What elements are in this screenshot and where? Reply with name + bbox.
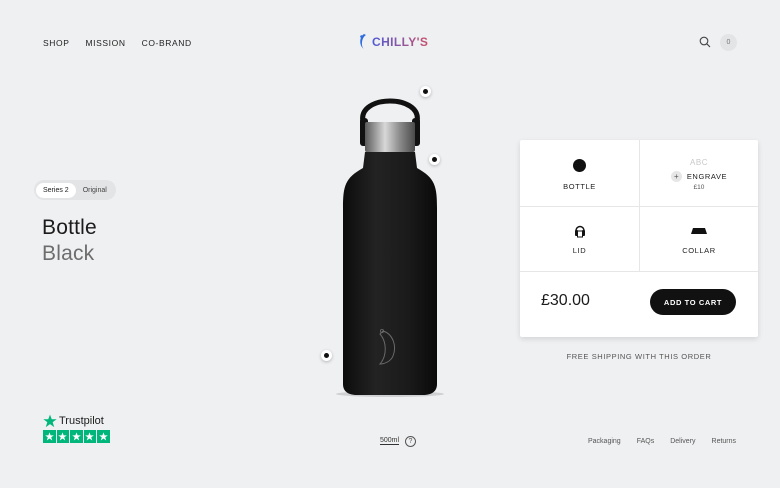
bottle-illustration bbox=[336, 98, 444, 397]
footer-link-delivery[interactable]: Delivery bbox=[670, 438, 695, 445]
main-nav: SHOP MISSION CO-BRAND bbox=[43, 38, 192, 48]
size-selector[interactable]: 500ml bbox=[380, 437, 400, 445]
nav-shop[interactable]: SHOP bbox=[43, 38, 70, 48]
moon-logo-icon bbox=[360, 34, 366, 49]
hotspot-collar[interactable] bbox=[429, 154, 440, 165]
option-engrave-label: ENGRAVE bbox=[686, 172, 728, 181]
option-bottle[interactable]: BOTTLE bbox=[520, 140, 639, 206]
footer-links: Packaging FAQs Delivery Returns bbox=[588, 438, 736, 445]
hotspot-lid[interactable] bbox=[420, 86, 431, 97]
star-icon bbox=[70, 430, 83, 443]
option-collar[interactable]: COLLAR bbox=[640, 207, 758, 271]
customization-card: BOTTLE ABC + ENGRAVE £10 LID COLLAR £30.… bbox=[520, 140, 758, 337]
star-icon bbox=[97, 430, 110, 443]
footer-link-returns[interactable]: Returns bbox=[712, 438, 737, 445]
brand-name: CHILLY'S bbox=[372, 34, 429, 49]
engrave-price: £10 bbox=[693, 184, 705, 191]
star-icon bbox=[43, 430, 56, 443]
trustpilot-widget[interactable]: Trustpilot bbox=[43, 414, 110, 443]
series-toggle: Series 2 Original bbox=[34, 180, 116, 200]
brand-logo[interactable]: CHILLY'S bbox=[358, 34, 428, 49]
trustpilot-star-icon bbox=[43, 414, 57, 428]
star-icon bbox=[56, 430, 69, 443]
lid-icon bbox=[574, 225, 585, 238]
price: £30.00 bbox=[541, 292, 590, 309]
cart-button[interactable]: 0 bbox=[720, 34, 737, 51]
option-lid-label: LID bbox=[572, 246, 587, 255]
product-image bbox=[325, 88, 455, 408]
footer-link-packaging[interactable]: Packaging bbox=[588, 438, 621, 445]
divider bbox=[520, 271, 758, 272]
star-icon bbox=[83, 430, 96, 443]
hotspot-bottle[interactable] bbox=[321, 350, 332, 361]
series-option-series-2[interactable]: Series 2 bbox=[36, 182, 76, 198]
option-engrave[interactable]: ABC + ENGRAVE £10 bbox=[640, 140, 758, 206]
product-color: Black bbox=[42, 242, 95, 265]
trustpilot-name: Trustpilot bbox=[59, 415, 104, 427]
nav-co-brand[interactable]: CO-BRAND bbox=[142, 38, 192, 48]
product-title: Bottle bbox=[42, 216, 97, 239]
option-bottle-label: BOTTLE bbox=[563, 182, 596, 191]
engrave-preview: ABC bbox=[690, 158, 708, 167]
engrave-row: + ENGRAVE bbox=[670, 171, 728, 182]
footer-link-faqs[interactable]: FAQs bbox=[637, 438, 655, 445]
add-to-cart-button[interactable]: ADD TO CART bbox=[650, 289, 736, 315]
series-option-original[interactable]: Original bbox=[76, 183, 114, 198]
rating-stars bbox=[43, 430, 110, 443]
help-icon[interactable]: ? bbox=[405, 436, 416, 447]
search-icon[interactable] bbox=[699, 36, 711, 48]
option-lid[interactable]: LID bbox=[520, 207, 639, 271]
trustpilot-header: Trustpilot bbox=[43, 414, 110, 428]
option-collar-label: COLLAR bbox=[682, 246, 716, 255]
bottle-color-swatch-icon bbox=[573, 159, 586, 172]
nav-mission[interactable]: MISSION bbox=[86, 38, 126, 48]
collar-icon bbox=[691, 228, 707, 234]
shipping-note: FREE SHIPPING WITH THIS ORDER bbox=[566, 352, 712, 361]
plus-icon: + bbox=[670, 171, 682, 182]
